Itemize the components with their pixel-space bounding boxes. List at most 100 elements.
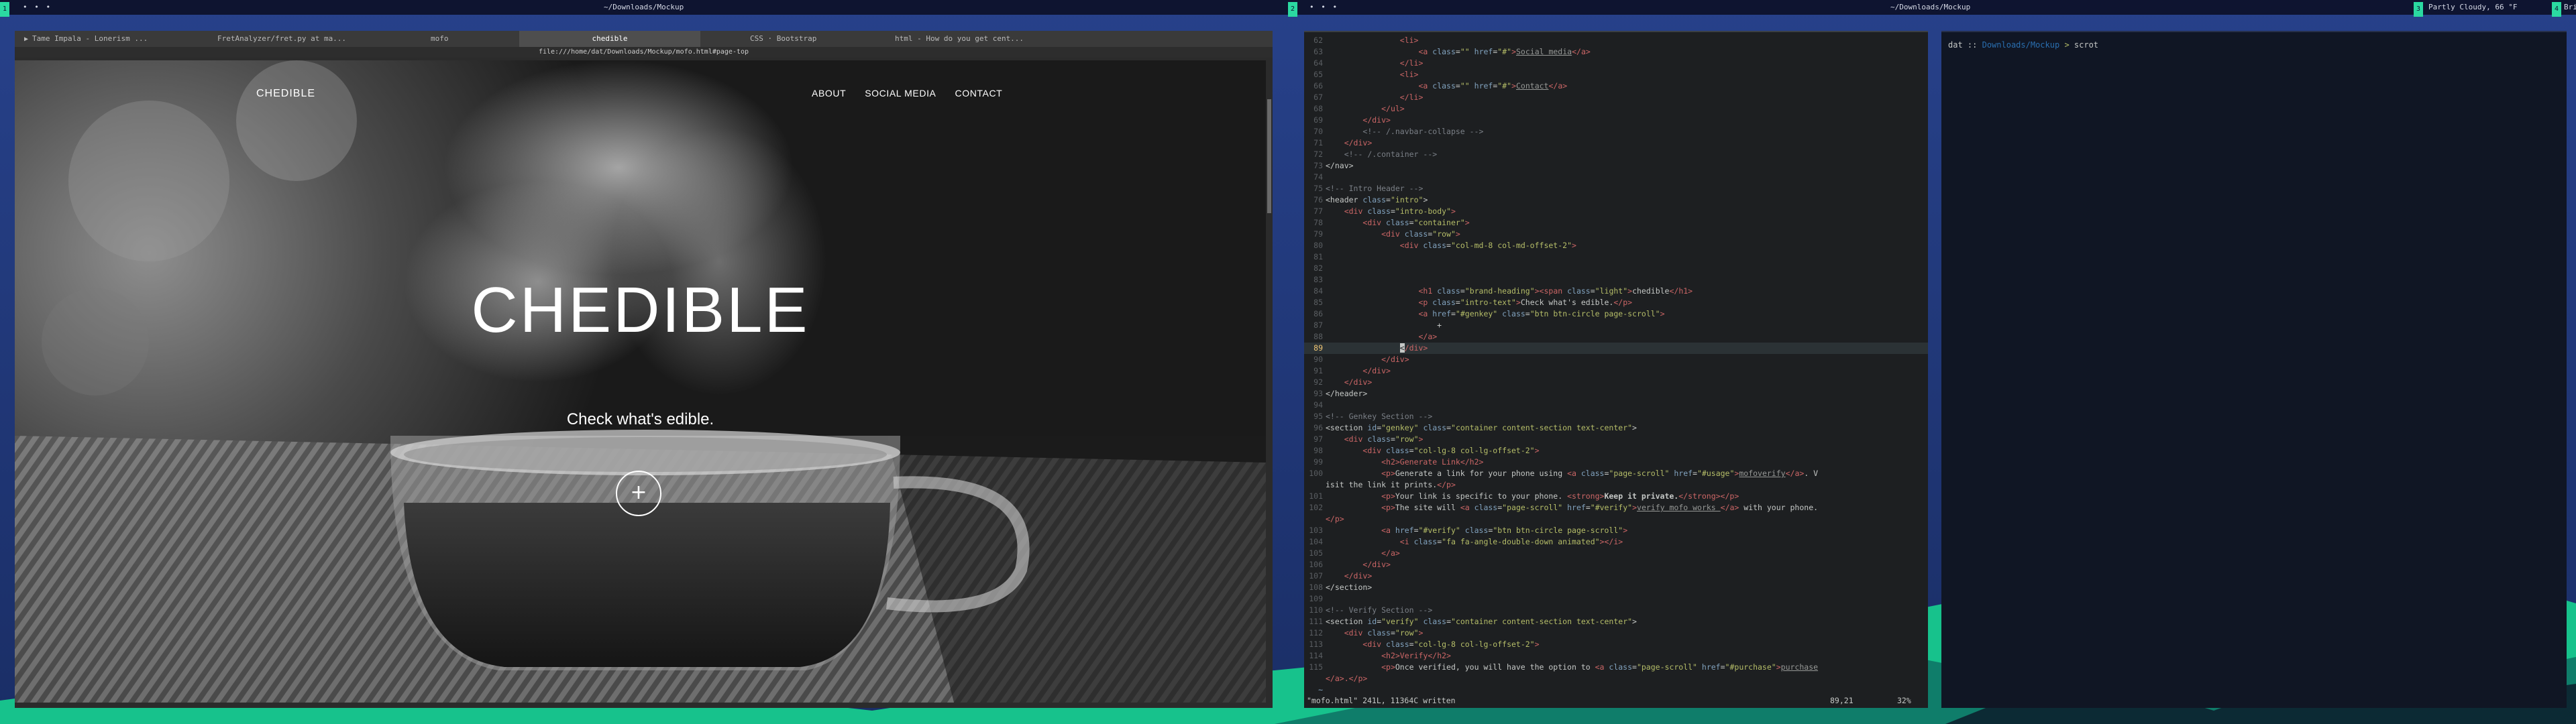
code-line: 114 <h2>Verify</h2> [1309, 651, 1451, 660]
tab-label: Tame Impala - Lonerism ... [32, 34, 148, 43]
right-window-title: ~/Downloads/Mockup [1890, 3, 1971, 11]
desktop: 1 • • • ~/Downloads/Mockup 2 • • • ~/Dow… [0, 0, 2576, 724]
code-line: isit the link it prints.</p> [1326, 480, 1456, 489]
code-line: 95 <!-- Genkey Section --> [1313, 412, 1433, 421]
tab-bar: ▶ Tame Impala - Lonerism ... FretAnalyzer… [15, 31, 1273, 47]
code-line: 87 + [1313, 320, 1442, 330]
code-line: 96 <section id="genkey" class="container … [1313, 423, 1637, 432]
code-line: ~ [1318, 685, 1323, 692]
page-viewport: CHEDIBLE ABOUT SOCIAL MEDIA CONTACT CHED… [15, 60, 1266, 703]
tab-css-bootstrap[interactable]: CSS · Bootstrap [700, 31, 881, 47]
weather-status: Partly Cloudy, 66 °F [2428, 3, 2518, 11]
code-line: 73 </nav> [1313, 161, 1354, 170]
scroll-down-button[interactable]: + [616, 471, 661, 516]
play-icon: ▶ [24, 36, 29, 43]
terminal-prompt-line: dat :: Downloads/Mockup > scrot [1948, 40, 2098, 50]
status-file: "mofo.html" 241L, 11364C written [1307, 696, 1456, 705]
code-line: 81 [1313, 252, 1323, 261]
code-line: 109 [1309, 594, 1323, 603]
code-line: 83 [1313, 275, 1323, 284]
url-bar[interactable]: file:///home/dat/Downloads/Mockup/mofo.h… [15, 47, 1273, 58]
code-line: 84 <h1 class="brand-heading"><span class… [1313, 286, 1693, 296]
code-line: </p> [1326, 514, 1344, 524]
code-line: 104 <i class="fa fa-angle-double-down an… [1309, 537, 1623, 546]
code-line: 110 <!-- Verify Section --> [1309, 605, 1433, 615]
code-line: 75 <!-- Intro Header --> [1313, 184, 1424, 193]
weather-icon: 3 [2414, 2, 2423, 17]
code-line: 85 <p class="intro-text">Check what's ed… [1313, 298, 1633, 307]
code-line: 105 </a> [1309, 548, 1400, 558]
workspace-indicator-2[interactable]: 2 [1288, 2, 1297, 17]
status-percent: 32% [1897, 696, 1911, 705]
code-line: 91 </div> [1313, 366, 1391, 375]
nav-about[interactable]: ABOUT [812, 88, 846, 99]
window-dots-right: • • • [1309, 3, 1339, 11]
nav-contact[interactable]: CONTACT [955, 88, 1003, 99]
code-line: 94 [1313, 400, 1323, 410]
code-line: 111 <section id="verify" class="container… [1309, 617, 1637, 626]
code-line: 92 </div> [1313, 377, 1373, 387]
code-line: 90 </div> [1313, 355, 1409, 364]
prompt-user: dat [1948, 40, 1963, 50]
navbar-brand[interactable]: CHEDIBLE [256, 88, 315, 100]
tab-mofo[interactable]: mofo [358, 31, 534, 47]
code-line: 71 </div> [1313, 138, 1373, 147]
code-line: 106 </div> [1309, 560, 1391, 569]
tab-tame-impala[interactable]: ▶ Tame Impala - Lonerism ... [15, 31, 182, 47]
code-line: 68 </ul> [1313, 104, 1405, 113]
left-window-title: ~/Downloads/Mockup [604, 3, 684, 11]
code-line: 112 <div class="row"> [1309, 628, 1424, 638]
code-line: 64 </li> [1313, 58, 1424, 68]
prompt-symbol: > [2064, 40, 2070, 50]
code-line: 82 [1313, 263, 1323, 273]
brightness-label: Bri [2564, 3, 2576, 11]
nav-social-media[interactable]: SOCIAL MEDIA [865, 88, 936, 99]
code-line: 97 <div class="row"> [1313, 434, 1424, 444]
vim-editor: 62 <li> 63 <a class="" href="#">Social m… [1304, 31, 1928, 708]
code-line: 66 <a class="" href="#">Contact</a> [1313, 81, 1568, 90]
intro-text: Check what's edible. [566, 410, 714, 428]
browser-scrollbar[interactable] [1266, 60, 1273, 703]
brand-heading: CHEDIBLE [471, 274, 810, 346]
code-line: 103 <a href="#verify" class="btn btn-cir… [1309, 526, 1628, 535]
code-line-current: 89 </div> [1304, 343, 1928, 354]
code-line: 115 <p>Once verified, you will have the … [1309, 662, 1819, 672]
code-line: 88 </a> [1313, 332, 1438, 341]
tab-fretanalyzer[interactable]: FretAnalyzer/fret.py at ma... [182, 31, 358, 47]
code-line: 102 <p>The site will <a class="page-scro… [1309, 503, 1819, 512]
code-line: 69 </div> [1313, 115, 1391, 125]
code-line: 70 <!-- /.navbar-collapse --> [1313, 127, 1484, 136]
vim-status-line: "mofo.html" 241L, 11364C written 89,21 3… [1304, 693, 1928, 708]
prompt-path: Downloads/Mockup [1982, 40, 2060, 50]
status-position: 89,21 [1830, 696, 1854, 705]
hero-background-image [15, 60, 1266, 703]
code-line: 99 <h2>Generate Link</h2> [1313, 457, 1484, 467]
code-line: 77 <div class="intro-body"> [1313, 206, 1456, 216]
code-line: 78 <div class="container"> [1313, 218, 1470, 227]
code-line: 86 <a href="#genkey" class="btn btn-circ… [1313, 309, 1665, 318]
code-line: </a>.</p> [1326, 674, 1368, 683]
code-line: 107 </div> [1309, 571, 1373, 581]
code-line: 113 <div class="col-lg-8 col-lg-offset-2… [1309, 640, 1540, 649]
terminal-window[interactable]: dat :: Downloads/Mockup > scrot [1941, 31, 2567, 708]
code-line: 93 </header> [1313, 389, 1368, 398]
code-line: 108 </section> [1309, 583, 1373, 592]
code-line: 101 <p>Your link is specific to your pho… [1309, 491, 1739, 501]
brightness-icon: 4 [2552, 2, 2561, 17]
code-line: 100 <p>Generate a link for your phone us… [1309, 469, 1819, 478]
tab-html-center[interactable]: html - How do you get cent... [881, 31, 1083, 47]
code-area[interactable]: 62 <li> 63 <a class="" href="#">Social m… [1304, 35, 1928, 692]
prompt-separator: :: [1967, 40, 1978, 50]
workspace-indicator-1[interactable]: 1 [0, 2, 9, 17]
code-line: 62 <li> [1313, 36, 1419, 45]
scrollbar-thumb[interactable] [1267, 99, 1271, 213]
terminal-command: scrot [2074, 40, 2099, 50]
top-status-bar: 1 • • • ~/Downloads/Mockup 2 • • • ~/Dow… [0, 0, 2576, 17]
code-line: 79 <div class="row"> [1313, 229, 1460, 239]
code-line: 63 <a class="" href="#">Social media</a> [1313, 47, 1591, 56]
browser-window: ▶ Tame Impala - Lonerism ... FretAnalyzer… [15, 31, 1273, 708]
code-line: 67 </li> [1313, 93, 1424, 102]
navbar-links: ABOUT SOCIAL MEDIA CONTACT [812, 88, 1002, 99]
tab-chedible[interactable]: chedible [519, 31, 700, 47]
window-dots: • • • [23, 3, 52, 11]
